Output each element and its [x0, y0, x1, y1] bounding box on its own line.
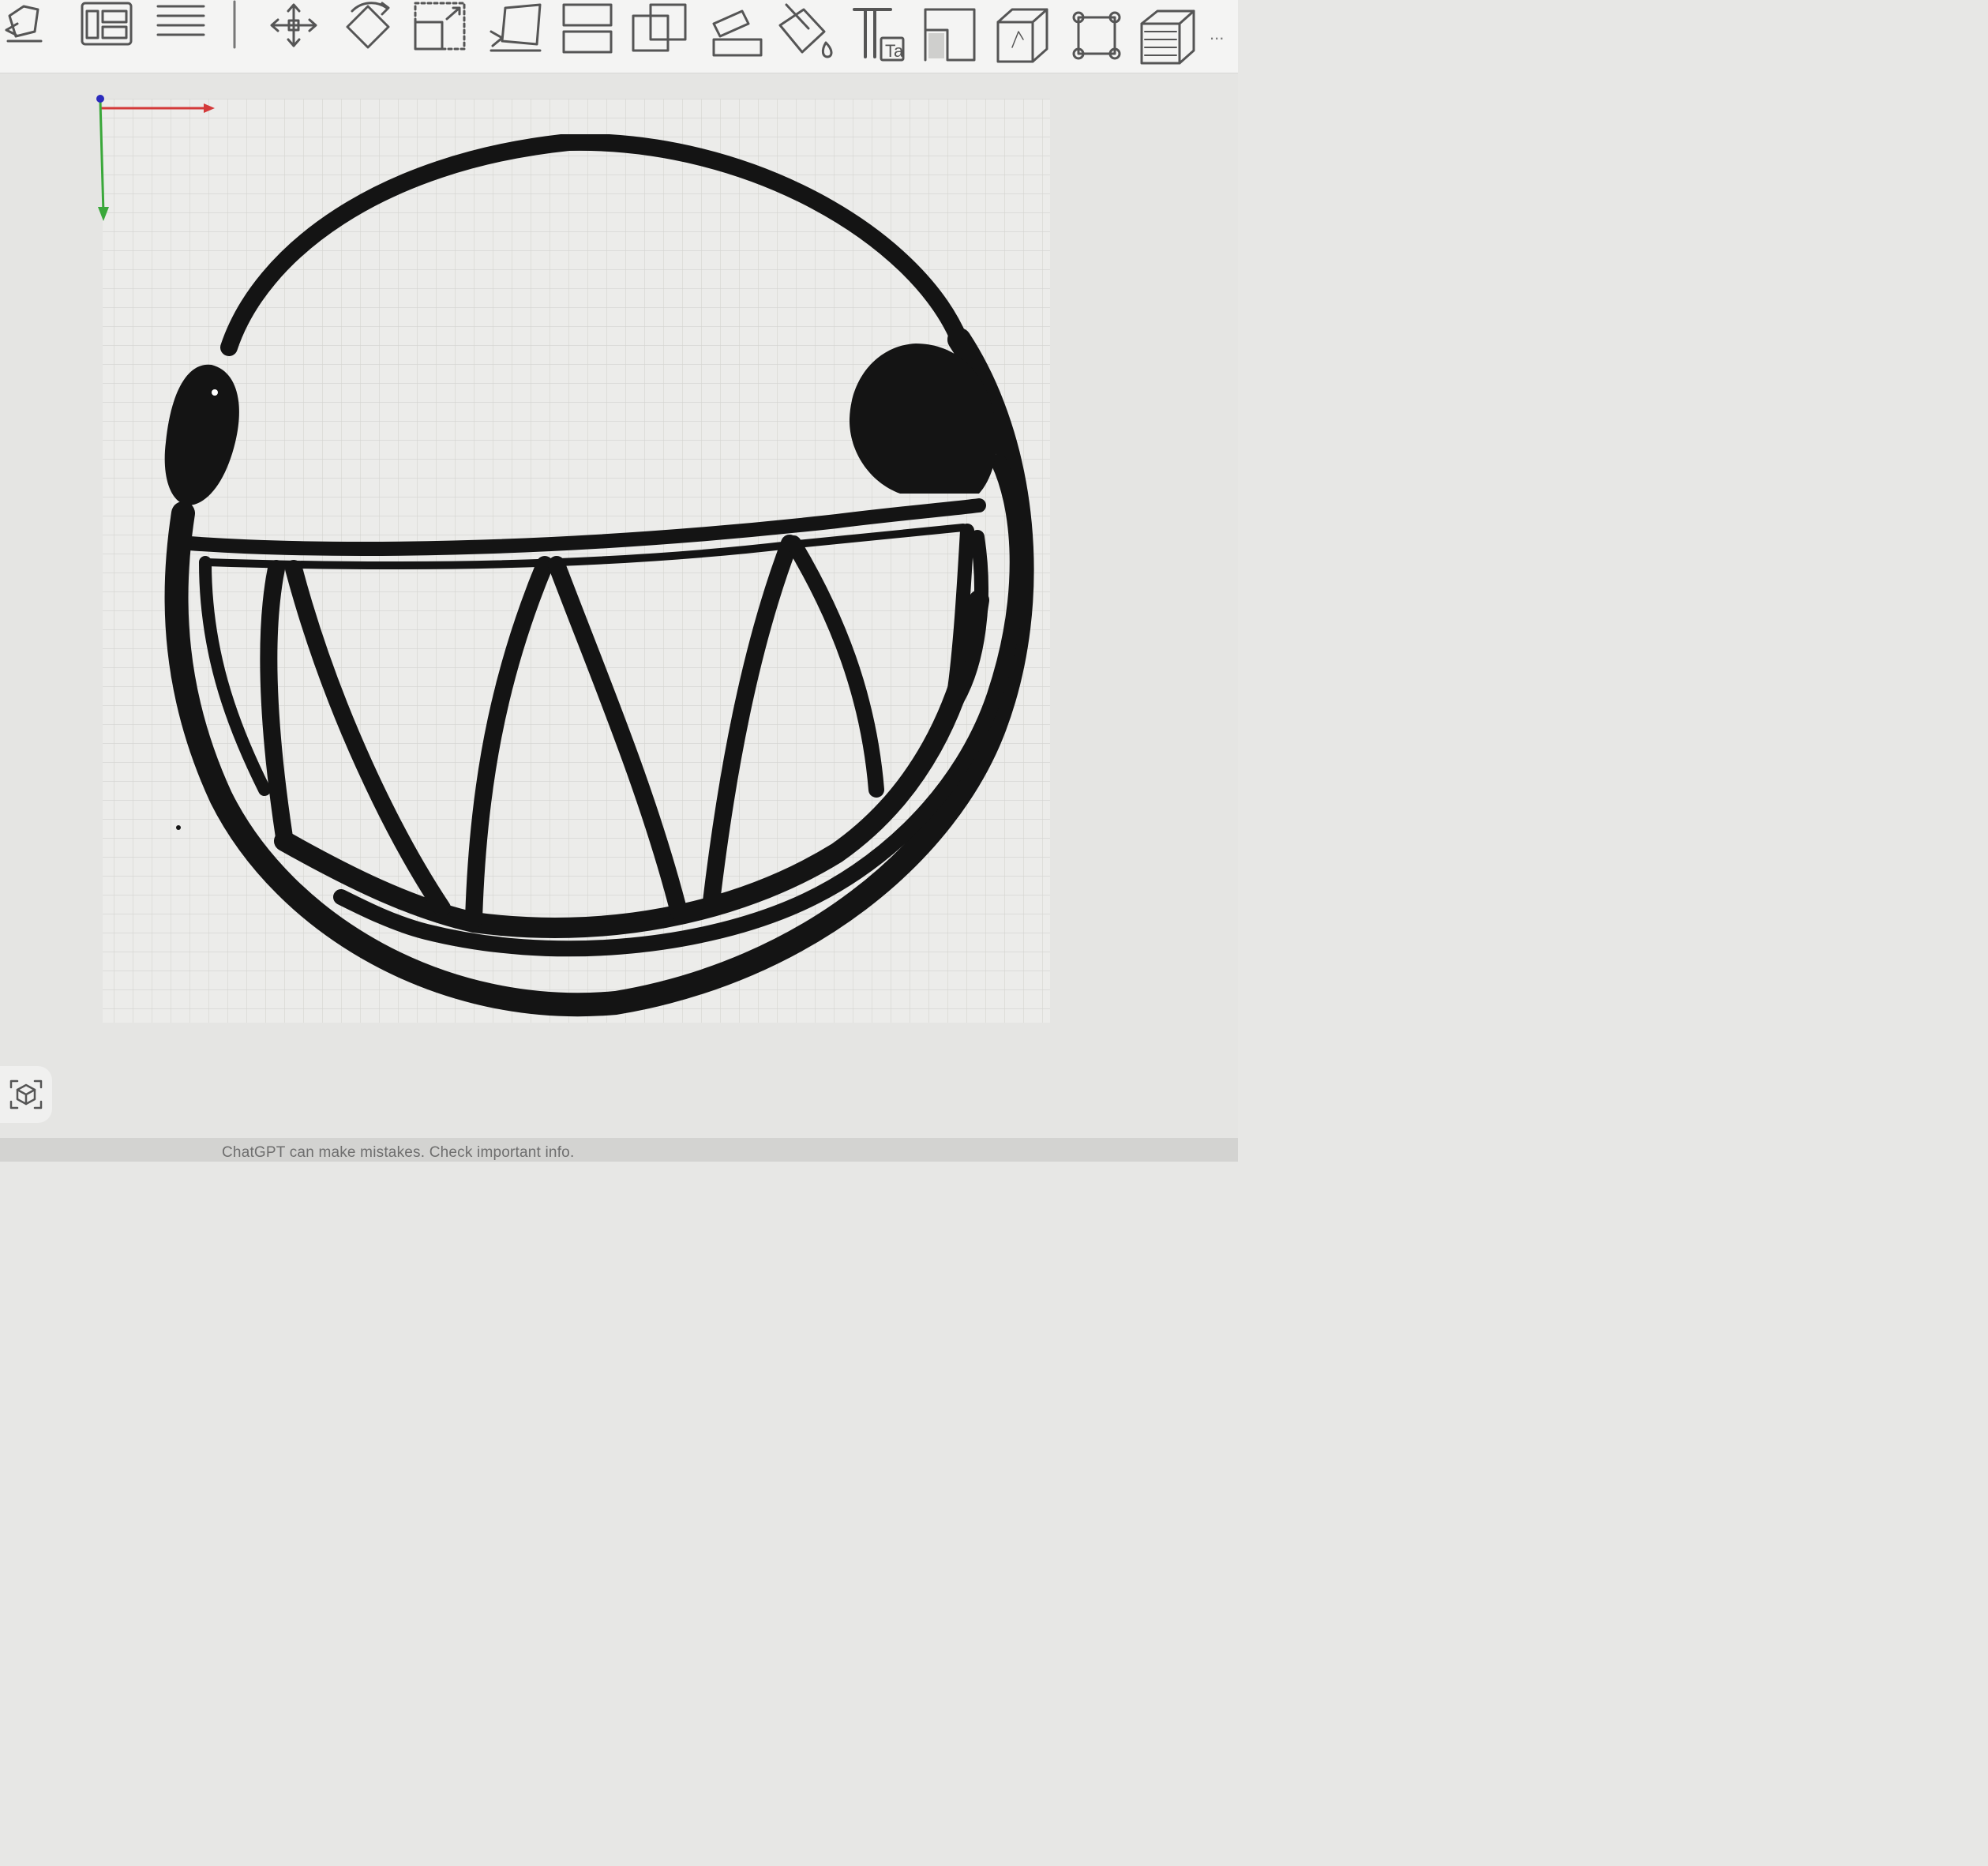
boolean-overlap-icon[interactable] — [632, 3, 687, 52]
left-eye-highlight — [212, 389, 218, 396]
scale-icon[interactable] — [414, 2, 466, 51]
split-icon[interactable] — [562, 3, 613, 54]
x-axis-arrow — [204, 103, 215, 113]
y-axis-arrow — [98, 207, 109, 221]
move-arrows-icon[interactable] — [270, 3, 317, 47]
view-cube-button[interactable] — [0, 1066, 52, 1123]
more-tools-button[interactable]: ... — [1210, 24, 1224, 43]
texture-box-icon[interactable] — [1140, 9, 1195, 65]
cut-corner-icon[interactable] — [924, 8, 976, 62]
footer-bar — [0, 1138, 1238, 1162]
upper-lip — [182, 498, 986, 556]
place-on-face-icon[interactable] — [712, 9, 763, 57]
fit-frame-icon[interactable] — [1072, 11, 1121, 60]
mirror-icon[interactable] — [489, 3, 542, 52]
disclaimer-text: ChatGPT can make mistakes. Check importa… — [222, 1144, 575, 1161]
rotate-icon[interactable] — [346, 2, 390, 49]
tooth-3-right — [702, 535, 798, 917]
view-cube-icon — [9, 1079, 43, 1109]
origin-point — [96, 95, 104, 103]
y-axis — [99, 100, 105, 214]
tooth-3-left — [548, 556, 688, 921]
outer-ring-top — [220, 134, 968, 356]
solid-box-icon[interactable] — [996, 8, 1048, 63]
svg-text:Ta: Ta — [885, 41, 904, 61]
stray-dot — [176, 825, 181, 830]
grin-face-drawing[interactable] — [150, 134, 1058, 1027]
text-icon[interactable]: Ta — [853, 8, 905, 62]
tooth-4 — [786, 535, 884, 798]
tooth-2-right — [465, 556, 553, 929]
tooth-1-right — [260, 560, 293, 846]
paint-bucket-icon[interactable] — [778, 3, 833, 58]
left-eye — [164, 364, 239, 505]
